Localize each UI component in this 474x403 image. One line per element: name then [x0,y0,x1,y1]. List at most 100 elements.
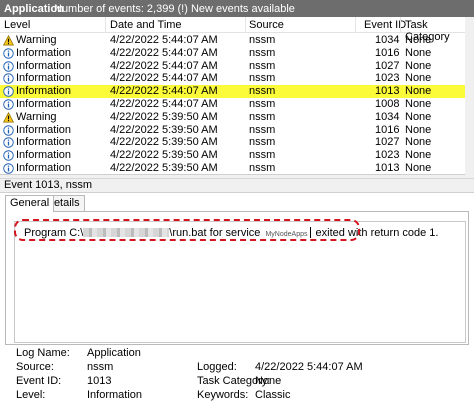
level-cell: Information [16,136,72,149]
date-cell: 4/22/2022 5:39:50 AM [110,162,218,174]
event-message: Program C:\ \run.bat for service MyNodeAp… [24,227,438,239]
source-cell: nssm [249,98,276,110]
event-message-box[interactable]: Program C:\ \run.bat for service MyNodeAp… [14,221,466,343]
keywords-label: Keywords: [197,389,249,401]
event-id-cell: 1013 [375,85,400,98]
event-count: Number of events: 2,399 (!) New events a… [54,2,295,15]
redacted-path [83,228,170,237]
text-cursor [310,227,312,238]
level-cell: Warning [16,34,57,46]
message-suffix: exited with return code 1. [315,227,439,239]
level-label: Level: [16,389,46,401]
event-row[interactable]: Warning 4/22/2022 5:44:07 AM nssm 1034 None [0,34,474,47]
event-row[interactable]: Information 4/22/2022 5:44:07 AM nssm 1013 N… [0,85,474,98]
level-cell: Information [16,59,72,72]
source-cell: nssm [249,34,276,46]
source-cell: nssm [249,162,276,174]
date-cell: 4/22/2022 5:39:50 AM [110,110,218,123]
event-id-cell: 1027 [375,136,400,149]
level-cell: Information [16,162,72,174]
source-cell: nssm [249,46,276,59]
source-label: Source: [16,361,54,373]
event-id-cell: 1016 [375,46,400,59]
event-id-cell: 1034 [375,34,400,46]
tab-general[interactable]: General [5,195,55,212]
event-id-label: Event ID: [16,375,62,387]
log-name: Application [4,2,64,15]
general-tab-panel: Program C:\ \run.bat for service MyNodeAp… [5,211,469,345]
event-row[interactable]: Information 4/22/2022 5:44:07 AM nssm 1016 N… [0,47,474,60]
event-row[interactable]: Information 4/22/2022 5:44:07 AM nssm 1027 N… [0,60,474,73]
task-category-cell: None [405,136,432,149]
task-category-cell: None [405,162,432,174]
task-category-cell: None [405,34,432,46]
level-cell: Information [16,72,72,85]
level-cell: Information [16,123,72,136]
source-cell: nssm [249,110,276,123]
event-row[interactable]: Information 4/22/2022 5:39:50 AM nssm 1013 N… [0,162,474,175]
event-row[interactable]: Information 4/22/2022 5:39:50 AM nssm 1027 N… [0,136,474,149]
logged-value: 4/22/2022 5:44:07 AM [255,361,363,373]
source-cell: nssm [249,85,276,98]
level-cell: Information [16,46,72,59]
event-detail-title: Event 1013, nssm [0,179,474,193]
events-grid: Level Date and Time Source Event ID Task… [0,17,474,175]
task-category-cell: None [405,72,432,85]
event-id-cell: 1008 [375,98,400,110]
column-header-level[interactable]: Level [4,19,30,31]
task-category-cell: None [405,46,432,59]
task-category-cell: None [405,59,432,72]
task-category-cell: None [405,123,432,136]
level-value: Information [87,389,143,401]
event-properties: Log Name: Application Source: nssm Logge… [0,345,474,403]
date-cell: 4/22/2022 5:44:07 AM [110,72,218,85]
task-category-cell: None [405,85,432,98]
event-id-cell: 1027 [375,59,400,72]
date-cell: 4/22/2022 5:44:07 AM [110,34,218,46]
date-cell: 4/22/2022 5:44:07 AM [110,59,218,72]
message-middle: \run.bat for service [169,227,261,239]
event-row[interactable]: Information 4/22/2022 5:44:07 AM nssm 1008 N… [0,98,474,111]
event-id-cell: 1013 [375,162,400,174]
event-row[interactable]: Warning 4/22/2022 5:39:50 AM nssm 1034 None [0,111,474,124]
event-id-value: 1013 [87,375,112,387]
source-cell: nssm [249,149,276,162]
source-cell: nssm [249,123,276,136]
log-name-label: Log Name: [16,347,70,359]
log-name-value: Application [87,347,141,359]
date-cell: 4/22/2022 5:39:50 AM [110,149,218,162]
message-prefix: Program C:\ [24,227,84,239]
event-id-cell: 1034 [375,110,400,123]
date-cell: 4/22/2022 5:44:07 AM [110,46,218,59]
date-cell: 4/22/2022 5:44:07 AM [110,85,218,98]
date-cell: 4/22/2022 5:39:50 AM [110,123,218,136]
source-value: nssm [87,361,114,373]
grid-scrollbar[interactable] [465,17,474,175]
event-row[interactable]: Information 4/22/2022 5:39:50 AM nssm 1016 N… [0,124,474,137]
level-cell: Information [16,149,72,162]
column-header-date[interactable]: Date and Time [110,19,182,31]
task-category-cell: None [405,110,432,123]
logged-label: Logged: [197,361,237,373]
event-row[interactable]: Information 4/22/2022 5:44:07 AM nssm 1023 N… [0,72,474,85]
keywords-value: Classic [255,389,291,401]
source-cell: nssm [249,72,276,85]
date-cell: 4/22/2022 5:39:50 AM [110,136,218,149]
level-cell: Information [16,85,72,98]
source-cell: nssm [249,136,276,149]
service-name: MyNodeApps [265,231,308,238]
date-cell: 4/22/2022 5:44:07 AM [110,98,218,110]
task-category-cell: None [405,149,432,162]
event-id-cell: 1023 [375,72,400,85]
event-id-cell: 1016 [375,123,400,136]
task-category-value: None [255,375,282,387]
level-cell: Warning [16,110,57,123]
grid-header: Level Date and Time Source Event ID Task… [0,17,474,43]
source-cell: nssm [249,59,276,72]
column-header-source[interactable]: Source [249,19,284,31]
event-row[interactable]: Information 4/22/2022 5:39:50 AM nssm 1023 N… [0,149,474,162]
task-category-cell: None [405,98,432,110]
event-id-cell: 1023 [375,149,400,162]
log-header-bar: Application Number of events: 2,399 (!) … [0,0,474,17]
level-cell: Information [16,98,72,110]
